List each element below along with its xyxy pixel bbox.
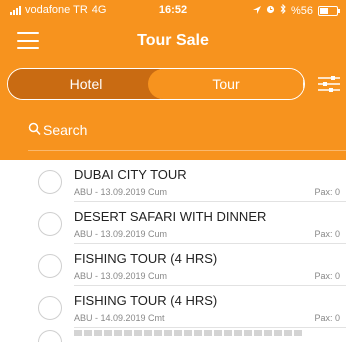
tab-tour[interactable]: Tour	[148, 69, 304, 99]
search-placeholder: Search	[43, 122, 88, 138]
pax-count: Pax: 0	[314, 229, 340, 239]
status-right: %56	[252, 3, 340, 17]
tour-title-cut-off	[74, 330, 304, 336]
list-item[interactable]: DESERT SAFARI WITH DINNER ABU - 13.09.20…	[0, 202, 346, 244]
select-radio[interactable]	[38, 330, 62, 342]
list-item[interactable]: FISHING TOUR (4 HRS) ABU - 14.09.2019 Cm…	[0, 286, 346, 328]
tour-subtitle: ABU - 14.09.2019 Cmt	[74, 313, 165, 323]
navbar: Tour Sale	[0, 22, 346, 62]
tab-hotel[interactable]: Hotel	[8, 69, 164, 99]
select-radio[interactable]	[38, 212, 62, 236]
list-item[interactable]: DUBAI CITY TOUR ABU - 13.09.2019 Cum Pax…	[0, 160, 346, 202]
battery-fill	[320, 7, 328, 14]
list-item[interactable]: FISHING TOUR (4 HRS) ABU - 13.09.2019 Cu…	[0, 244, 346, 286]
pax-count: Pax: 0	[314, 313, 340, 323]
search-icon	[28, 122, 41, 139]
battery-icon	[318, 5, 340, 16]
bluetooth-icon	[280, 3, 286, 17]
tab-tour-label: Tour	[212, 76, 240, 92]
tour-title: DUBAI CITY TOUR	[74, 167, 187, 182]
tour-subtitle: ABU - 13.09.2019 Cum	[74, 229, 168, 239]
pax-count: Pax: 0	[314, 271, 340, 281]
header-area: vodafone TR 4G 16:52 %56 Tour Sale Hotel…	[0, 0, 346, 160]
battery-percent: %56	[290, 4, 313, 17]
search-input[interactable]: Search	[28, 116, 318, 144]
pax-count: Pax: 0	[314, 187, 340, 197]
select-radio[interactable]	[38, 170, 62, 194]
search-underline	[28, 150, 346, 151]
tour-list: DUBAI CITY TOUR ABU - 13.09.2019 Cum Pax…	[0, 160, 346, 342]
tour-title: FISHING TOUR (4 HRS)	[74, 251, 218, 266]
page-title: Tour Sale	[137, 32, 209, 49]
location-icon	[252, 5, 261, 17]
tour-subtitle: ABU - 13.09.2019 Cum	[74, 187, 168, 197]
status-bar: vodafone TR 4G 16:52 %56	[0, 0, 346, 22]
segment-control: Hotel Tour	[7, 68, 305, 100]
select-radio[interactable]	[38, 296, 62, 320]
tour-title: DESERT SAFARI WITH DINNER	[74, 209, 267, 224]
tour-subtitle: ABU - 13.09.2019 Cum	[74, 271, 168, 281]
alarm-icon	[266, 5, 275, 17]
tour-title: FISHING TOUR (4 HRS)	[74, 293, 218, 308]
filter-icon[interactable]	[318, 74, 340, 94]
tab-hotel-label: Hotel	[69, 76, 103, 92]
list-item-partial[interactable]	[0, 328, 346, 342]
select-radio[interactable]	[38, 254, 62, 278]
